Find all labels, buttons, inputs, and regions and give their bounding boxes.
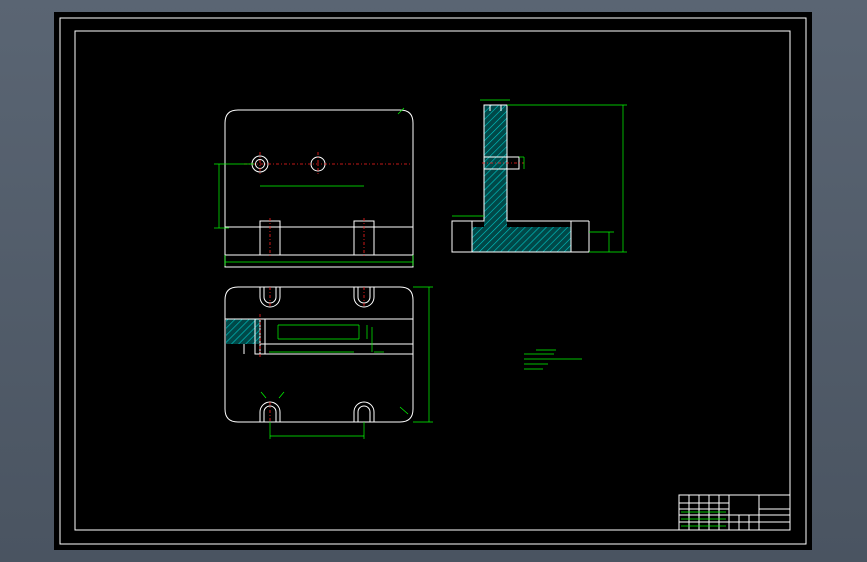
inner-border — [74, 30, 791, 531]
side-section-view — [451, 99, 627, 253]
title-block — [678, 494, 791, 531]
cad-viewport[interactable] — [54, 12, 812, 550]
bottom-view — [224, 286, 433, 439]
top-view — [214, 107, 414, 268]
outer-border — [59, 17, 807, 545]
technical-notes — [524, 349, 582, 370]
drawing-canvas[interactable] — [54, 12, 812, 550]
